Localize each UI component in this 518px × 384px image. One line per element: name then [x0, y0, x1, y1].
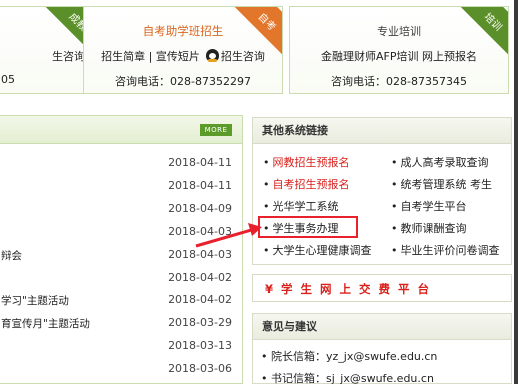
- news-row[interactable]: 2018-03-06: [0, 358, 242, 380]
- news-row[interactable]: 2018-03-13: [0, 335, 242, 357]
- news-row[interactable]: 2018-04-02: [0, 267, 242, 289]
- news-date: 2018-03-13: [168, 339, 232, 352]
- bullet: •: [391, 178, 398, 191]
- bullet: •: [391, 244, 398, 257]
- page: 成教 生咨询 05 自考 自考助学班招生 招生简章 | 宣传短片 招生咨询 咨询电…: [0, 0, 514, 384]
- training-phone: 咨询电话：028-87357345: [331, 75, 467, 88]
- professional-training-card: 培训 专业培训 金融理财师AFP培训 网上预报名 咨询电话：028-873573…: [289, 6, 509, 94]
- sys-link-label: 毕业生评价问卷调查: [400, 244, 500, 257]
- other-systems-panel: 其他系统链接 • 网教招生预报名 • 自考招生预报名 • 光华学工系统 • 学生事务办理…: [252, 117, 512, 265]
- news-date: 2018-04-03: [168, 248, 232, 261]
- advice-panel: 意见与建议 • 院长信箱：yz_jx@swufe.edu.cn • 书记信箱：s…: [252, 313, 512, 384]
- news-list-header: MORE: [0, 116, 242, 144]
- sys-link-mental-health[interactable]: • 大学生心理健康调查: [263, 242, 372, 258]
- bullet: •: [391, 222, 398, 235]
- news-date: 2018-04-02: [168, 293, 232, 306]
- sys-link-unified-exam[interactable]: • 统考管理系统 考生: [391, 176, 492, 192]
- bullet: •: [263, 200, 270, 213]
- sys-link-graduate-survey[interactable]: • 毕业生评价问卷调查: [391, 242, 500, 258]
- more-button[interactable]: MORE: [200, 124, 232, 136]
- news-date: 2018-04-09: [168, 202, 232, 215]
- principal-mailbox-link[interactable]: • 院长信箱：yz_jx@swufe.edu.cn: [261, 348, 437, 364]
- sys-link-label: 大学生心理健康调查: [272, 244, 372, 257]
- adult-education-card: 成教 生咨询 05: [0, 6, 94, 94]
- sys-link-adult-exam-results[interactable]: • 成人高考录取查询: [391, 154, 489, 170]
- training-links[interactable]: 金融理财师AFP培训 网上预报名: [290, 48, 508, 64]
- news-row[interactable]: 育宣传月"主题活动 2018-03-29: [0, 312, 242, 334]
- advice-title: 意见与建议: [253, 314, 511, 340]
- news-date: 2018-03-06: [168, 362, 232, 375]
- online-payment-banner[interactable]: ¥ 学 生 网 上 交 费 平 台: [252, 274, 512, 302]
- sys-link-label: 成人高考录取查询: [400, 156, 489, 169]
- news-list-panel: MORE 2018-04-11 2018-04-11 2018-04-09 20…: [0, 115, 243, 384]
- sys-link-self-exam-platform[interactable]: • 自考学生平台: [391, 198, 467, 214]
- bullet: •: [263, 244, 270, 257]
- news-row[interactable]: 2018-04-11: [0, 175, 242, 197]
- other-systems-title: 其他系统链接: [253, 118, 511, 144]
- brochure-video-links[interactable]: 招生简章 | 宣传短片: [101, 50, 200, 63]
- sys-link-label: 自考招生预报名: [272, 178, 350, 191]
- bullet: •: [263, 156, 270, 169]
- self-study-phone: 咨询电话：028-87352297: [115, 75, 251, 88]
- adult-ed-consult-link[interactable]: 生咨询: [0, 48, 93, 64]
- qq-icon[interactable]: [205, 49, 219, 62]
- news-row[interactable]: 辩会 2018-04-03: [0, 244, 242, 266]
- news-date: 2018-03-29: [168, 316, 232, 329]
- news-title[interactable]: 辩会: [1, 248, 22, 263]
- sys-link-label: 光华学工系统: [272, 200, 339, 213]
- news-title[interactable]: 学习"主题活动: [1, 293, 69, 308]
- sys-link-self-exam-prereg[interactable]: • 自考招生预报名: [263, 176, 350, 192]
- online-payment-label: ¥ 学 生 网 上 交 费 平 台: [265, 282, 432, 296]
- bullet: •: [391, 200, 398, 213]
- sys-link-online-edu-prereg[interactable]: • 网教招生预报名: [263, 154, 350, 170]
- enrollment-consult-link[interactable]: 招生咨询: [221, 50, 265, 63]
- sys-link-label: 自考学生平台: [400, 200, 467, 213]
- news-date: 2018-04-02: [168, 271, 232, 284]
- sys-link-label: 统考管理系统 考生: [400, 178, 493, 191]
- news-row[interactable]: 2018-04-09: [0, 198, 242, 220]
- sys-link-label: 网教招生预报名: [272, 156, 350, 169]
- adult-ed-phone: 05: [1, 73, 15, 86]
- sys-link-teacher-pay[interactable]: • 教师课酬查询: [391, 220, 467, 236]
- self-study-card-title[interactable]: 自考助学班招生: [84, 23, 282, 39]
- bullet: •: [391, 156, 398, 169]
- news-date: 2018-04-11: [168, 179, 232, 192]
- news-date: 2018-04-03: [168, 225, 232, 238]
- news-row[interactable]: 2018-04-11: [0, 152, 242, 174]
- sys-link-guanghua[interactable]: • 光华学工系统: [263, 198, 339, 214]
- self-study-enrollment-card: 自考 自考助学班招生 招生简章 | 宣传短片 招生咨询 咨询电话：028-8735…: [83, 6, 283, 94]
- news-row[interactable]: 学习"主题活动 2018-04-02: [0, 289, 242, 311]
- highlight-box: [258, 216, 358, 238]
- training-card-title[interactable]: 专业培训: [290, 23, 508, 39]
- secretary-mailbox-link[interactable]: • 书记信箱：sj_jx@swufe.edu.cn: [261, 370, 434, 384]
- sys-link-label: 教师课酬查询: [400, 222, 467, 235]
- self-study-links: 招生简章 | 宣传短片 招生咨询: [84, 48, 282, 64]
- bullet: •: [263, 178, 270, 191]
- news-date: 2018-04-11: [168, 156, 232, 169]
- news-title[interactable]: 育宣传月"主题活动: [1, 316, 90, 331]
- news-row[interactable]: 2018-04-03: [0, 221, 242, 243]
